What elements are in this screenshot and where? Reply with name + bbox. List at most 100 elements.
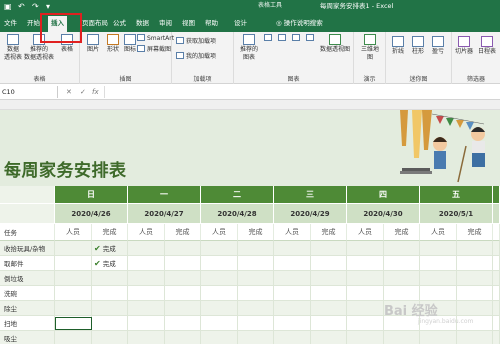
person-header[interactable] [493,224,500,241]
person-header[interactable]: 人员 [274,224,311,241]
person-cell[interactable] [274,241,311,256]
corner-cell[interactable] [0,204,55,224]
tab-page-layout[interactable]: 页面布局 [82,17,108,29]
person-cell[interactable] [347,316,384,331]
done-cell[interactable] [311,241,347,256]
tab-design[interactable]: 设计 [234,17,247,29]
day-cell[interactable]: 二 [201,186,274,204]
recommended-charts-button[interactable]: 推荐的 图表 [237,34,261,62]
get-addins-button[interactable]: 获取加载项 [176,37,216,46]
person-cell[interactable] [274,301,311,316]
my-addins-button[interactable]: 我的加载项 [176,52,216,61]
person-cell[interactable] [274,331,311,344]
done-header[interactable]: 完成 [457,224,493,241]
done-cell[interactable] [238,241,274,256]
name-box[interactable]: C10 [0,86,58,98]
done-cell[interactable] [457,301,493,316]
done-header[interactable]: 完成 [384,224,420,241]
done-cell[interactable] [92,286,128,301]
person-cell[interactable] [420,241,457,256]
done-cell[interactable] [457,271,493,286]
person-cell[interactable] [274,271,311,286]
task-name-cell[interactable]: 洗碗 [0,286,55,301]
done-cell[interactable] [165,271,201,286]
person-cell[interactable] [420,286,457,301]
sparkline-winloss-button[interactable]: 盈亏 [428,36,448,56]
done-cell[interactable] [92,331,128,344]
combo-chart-button[interactable] [306,34,316,43]
person-cell[interactable] [347,301,384,316]
person-cell[interactable] [493,301,500,316]
task-header[interactable]: 任务 [0,224,55,241]
done-cell[interactable] [457,256,493,271]
person-cell[interactable] [420,271,457,286]
task-name-cell[interactable]: 倒垃圾 [0,271,55,286]
done-cell[interactable] [384,271,420,286]
done-cell[interactable] [311,301,347,316]
done-cell[interactable] [384,331,420,344]
date-cell[interactable]: 2020/4/30 [347,204,420,224]
person-cell[interactable] [201,301,238,316]
undo-icon[interactable]: ↶ [18,1,25,13]
sparkline-column-button[interactable]: 柱形 [408,36,428,56]
done-cell[interactable] [457,241,493,256]
person-cell[interactable] [128,271,165,286]
task-name-cell[interactable]: 取邮件 [0,256,55,271]
done-cell[interactable] [457,331,493,344]
person-cell[interactable] [493,331,500,344]
done-cell[interactable] [311,316,347,331]
shapes-button[interactable]: 形状 [103,34,123,54]
person-cell[interactable] [201,241,238,256]
date-cell[interactable]: 2020/4/26 [55,204,128,224]
done-header[interactable]: 完成 [311,224,347,241]
person-header[interactable]: 人员 [420,224,457,241]
customize-qa-icon[interactable]: ▾ [46,1,50,13]
timeline-button[interactable]: 日程表 [476,36,498,56]
done-cell[interactable] [92,271,128,286]
date-cell[interactable]: 2020/4/27 [128,204,201,224]
person-cell[interactable] [201,271,238,286]
person-cell[interactable] [201,316,238,331]
enter-icon[interactable]: ✓ [80,86,86,98]
done-cell[interactable] [92,301,128,316]
date-cell[interactable]: 2020/4/28 [201,204,274,224]
day-cell[interactable]: 四 [347,186,420,204]
person-cell[interactable] [201,256,238,271]
done-cell[interactable]: ✔ 完成 [92,256,128,271]
pivot-table-button[interactable]: 数据 透视表 [2,34,24,62]
function-icon[interactable]: fx [92,86,99,98]
screenshot-button[interactable]: 屏幕截图 [137,45,171,54]
person-cell[interactable] [55,286,92,301]
tab-help[interactable]: 帮助 [205,17,218,29]
day-cell[interactable] [493,186,500,204]
done-cell[interactable] [238,271,274,286]
person-header[interactable]: 人员 [55,224,92,241]
done-cell[interactable] [311,331,347,344]
person-cell[interactable] [493,316,500,331]
done-cell[interactable] [457,286,493,301]
done-header[interactable]: 完成 [165,224,201,241]
done-cell[interactable] [238,301,274,316]
person-cell[interactable] [420,331,457,344]
pivot-chart-button[interactable]: 数据透视图 [318,34,352,54]
done-cell[interactable] [165,286,201,301]
slicer-button[interactable]: 切片器 [453,36,475,56]
day-cell[interactable]: 三 [274,186,347,204]
day-cell[interactable]: 一 [128,186,201,204]
task-name-cell[interactable]: 吸尘 [0,331,55,344]
person-header[interactable]: 人员 [128,224,165,241]
icons-button[interactable]: 图标 [123,34,137,54]
tab-file[interactable]: 文件 [4,17,17,29]
done-cell[interactable] [384,256,420,271]
person-cell[interactable] [420,256,457,271]
day-cell[interactable]: 五 [420,186,493,204]
formula-input[interactable] [104,86,498,98]
done-cell[interactable] [165,316,201,331]
person-header[interactable]: 人员 [347,224,384,241]
person-cell[interactable] [493,241,500,256]
person-cell[interactable] [55,271,92,286]
date-cell[interactable] [493,204,500,224]
date-cell[interactable]: 2020/5/1 [420,204,493,224]
done-cell[interactable] [238,256,274,271]
done-cell[interactable] [384,241,420,256]
